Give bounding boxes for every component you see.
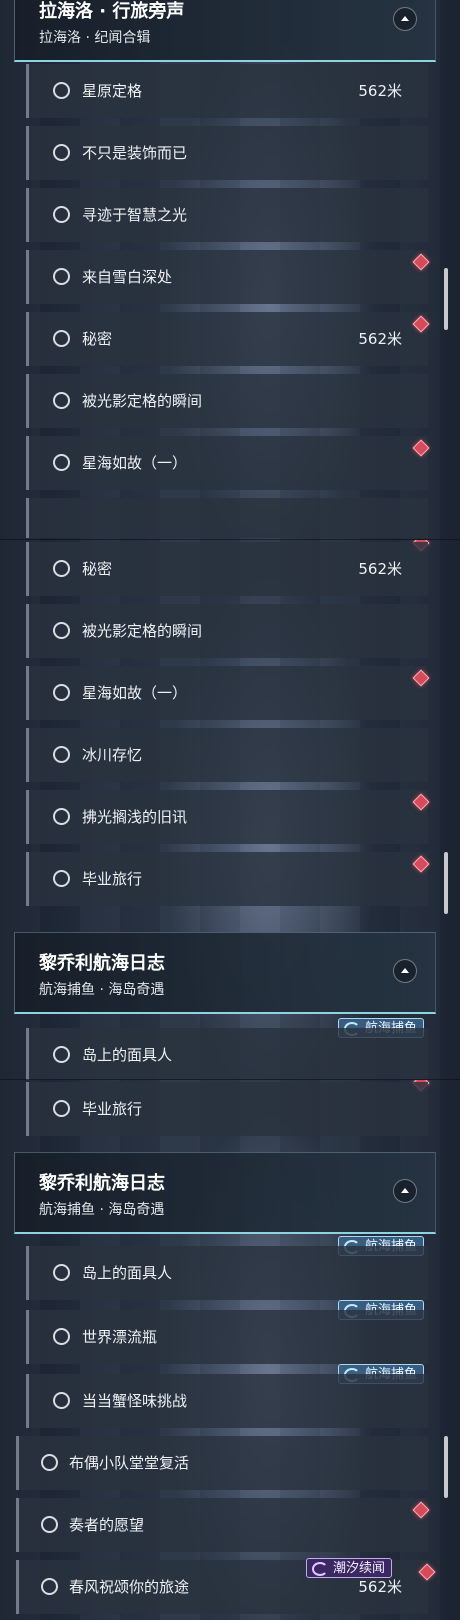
quest-label: 星原定格 xyxy=(82,82,143,100)
quest-label: 毕业旅行 xyxy=(82,1100,143,1118)
status-circle-icon xyxy=(53,1046,70,1063)
quest-group-subtitle: 航海捕鱼 · 海岛奇遇 xyxy=(39,1202,165,1218)
quest-label: 拂光搁浅的旧讯 xyxy=(82,808,188,826)
quest-item[interactable]: 当当蟹怪味挑战 xyxy=(26,1374,428,1428)
status-circle-icon xyxy=(41,1516,58,1533)
quest-item[interactable]: 布偶小队堂堂复活 xyxy=(16,1436,428,1490)
scrollbar[interactable] xyxy=(444,852,448,914)
status-circle-icon xyxy=(53,870,70,887)
status-circle-icon xyxy=(53,560,70,577)
quest-label: 来自雪白深处 xyxy=(82,268,173,286)
status-circle-icon xyxy=(53,144,70,161)
quest-distance: 562米 xyxy=(358,560,402,578)
quest-item[interactable]: 冰川存忆 xyxy=(26,728,428,782)
collapse-icon[interactable] xyxy=(393,7,417,31)
quest-label: 寻迹于智慧之光 xyxy=(82,206,188,224)
tide-tag: 潮汐续闻 xyxy=(306,1558,393,1578)
quest-item[interactable]: 星海如故（一） xyxy=(26,436,428,490)
quest-list-panel-2: 秘密 562米 被光影定格的瞬间 星海如故（一） 冰川存忆 拂光搁浅的旧讯 毕业… xyxy=(0,540,460,1080)
quest-distance: 562米 xyxy=(358,82,402,100)
quest-label: 岛上的面具人 xyxy=(82,1264,173,1282)
quest-group-header[interactable]: 拉海洛 · 行旅旁声 拉海洛 · 纪闻合辑 xyxy=(14,0,436,62)
status-circle-icon xyxy=(53,392,70,409)
quest-distance: 562米 xyxy=(358,330,402,348)
quest-group-header[interactable]: 黎乔利航海日志 航海捕鱼 · 海岛奇遇 xyxy=(14,932,436,1014)
collapse-icon[interactable] xyxy=(393,1179,417,1203)
quest-label: 被光影定格的瞬间 xyxy=(82,392,203,410)
status-circle-icon xyxy=(41,1454,58,1471)
scrollbar[interactable] xyxy=(444,1436,448,1498)
quest-list-panel-1: 拉海洛 · 行旅旁声 拉海洛 · 纪闻合辑 星原定格 562米 不只是装饰而已 … xyxy=(0,0,460,540)
quest-label: 布偶小队堂堂复活 xyxy=(69,1454,190,1472)
status-circle-icon xyxy=(53,1100,70,1117)
status-circle-icon xyxy=(41,1578,58,1595)
quest-label: 世界漂流瓶 xyxy=(82,1328,158,1346)
collapse-icon[interactable] xyxy=(393,959,417,983)
quest-group-title: 拉海洛 · 行旅旁声 xyxy=(39,1,185,22)
quest-item[interactable]: 岛上的面具人 xyxy=(26,1028,428,1080)
quest-group-header[interactable]: 黎乔利航海日志 航海捕鱼 · 海岛奇遇 xyxy=(14,1152,436,1234)
quest-item[interactable]: 星海如故（一） xyxy=(26,666,428,720)
quest-label: 岛上的面具人 xyxy=(82,1046,173,1064)
quest-item[interactable]: 世界漂流瓶 xyxy=(26,1310,428,1364)
status-circle-icon xyxy=(53,1392,70,1409)
quest-item[interactable]: 来自雪白深处 xyxy=(26,250,428,304)
quest-group-title: 黎乔利航海日志 xyxy=(39,1173,165,1194)
status-circle-icon xyxy=(53,1328,70,1345)
status-circle-icon xyxy=(53,268,70,285)
status-circle-icon xyxy=(53,622,70,639)
status-circle-icon xyxy=(53,746,70,763)
quest-label: 奏者的愿望 xyxy=(69,1516,145,1534)
scrollbar[interactable] xyxy=(444,268,448,330)
quest-item[interactable]: 被光影定格的瞬间 xyxy=(26,374,428,428)
quest-label: 秘密 xyxy=(82,560,113,578)
quest-item[interactable]: 岛上的面具人 xyxy=(26,1246,428,1300)
quest-label: 星海如故（一） xyxy=(82,454,188,472)
status-circle-icon xyxy=(53,330,70,347)
quest-group-title: 黎乔利航海日志 xyxy=(39,953,165,974)
quest-item[interactable]: 毕业旅行 xyxy=(26,852,428,906)
quest-label: 冰川存忆 xyxy=(82,746,143,764)
quest-item[interactable]: 奏者的愿望 xyxy=(16,1498,428,1552)
status-circle-icon xyxy=(53,82,70,99)
tag-label: 潮汐续闻 xyxy=(333,1561,386,1576)
quest-group-subtitle: 拉海洛 · 纪闻合辑 xyxy=(39,30,151,46)
status-circle-icon xyxy=(53,454,70,471)
quest-distance: 562米 xyxy=(358,1578,402,1596)
status-circle-icon xyxy=(53,206,70,223)
quest-label: 毕业旅行 xyxy=(82,870,143,888)
quest-label: 当当蟹怪味挑战 xyxy=(82,1392,188,1410)
quest-item[interactable]: 星原定格 562米 xyxy=(26,64,428,118)
quest-group-subtitle: 航海捕鱼 · 海岛奇遇 xyxy=(39,982,165,998)
quest-item[interactable]: 不只是装饰而已 xyxy=(26,126,428,180)
status-circle-icon xyxy=(53,808,70,825)
quest-item[interactable] xyxy=(26,498,428,538)
quest-item[interactable]: 毕业旅行 xyxy=(26,1082,428,1136)
quest-item[interactable]: 拂光搁浅的旧讯 xyxy=(26,790,428,844)
status-circle-icon xyxy=(53,1264,70,1281)
quest-label: 星海如故（一） xyxy=(82,684,188,702)
quest-label: 秘密 xyxy=(82,330,113,348)
quest-label: 不只是装饰而已 xyxy=(82,144,188,162)
quest-item[interactable]: 被光影定格的瞬间 xyxy=(26,604,428,658)
feather-icon xyxy=(312,1562,328,1576)
status-circle-icon xyxy=(53,684,70,701)
quest-label: 被光影定格的瞬间 xyxy=(82,622,203,640)
quest-list-panel-3: 毕业旅行 黎乔利航海日志 航海捕鱼 · 海岛奇遇 航海捕鱼 岛上的面具人 航海捕… xyxy=(0,1080,460,1620)
quest-item[interactable]: 秘密 562米 xyxy=(26,312,428,366)
quest-item[interactable]: 寻迹于智慧之光 xyxy=(26,188,428,242)
quest-label: 春风祝颂你的旅途 xyxy=(69,1578,190,1596)
quest-item[interactable]: 秘密 562米 xyxy=(26,542,428,596)
